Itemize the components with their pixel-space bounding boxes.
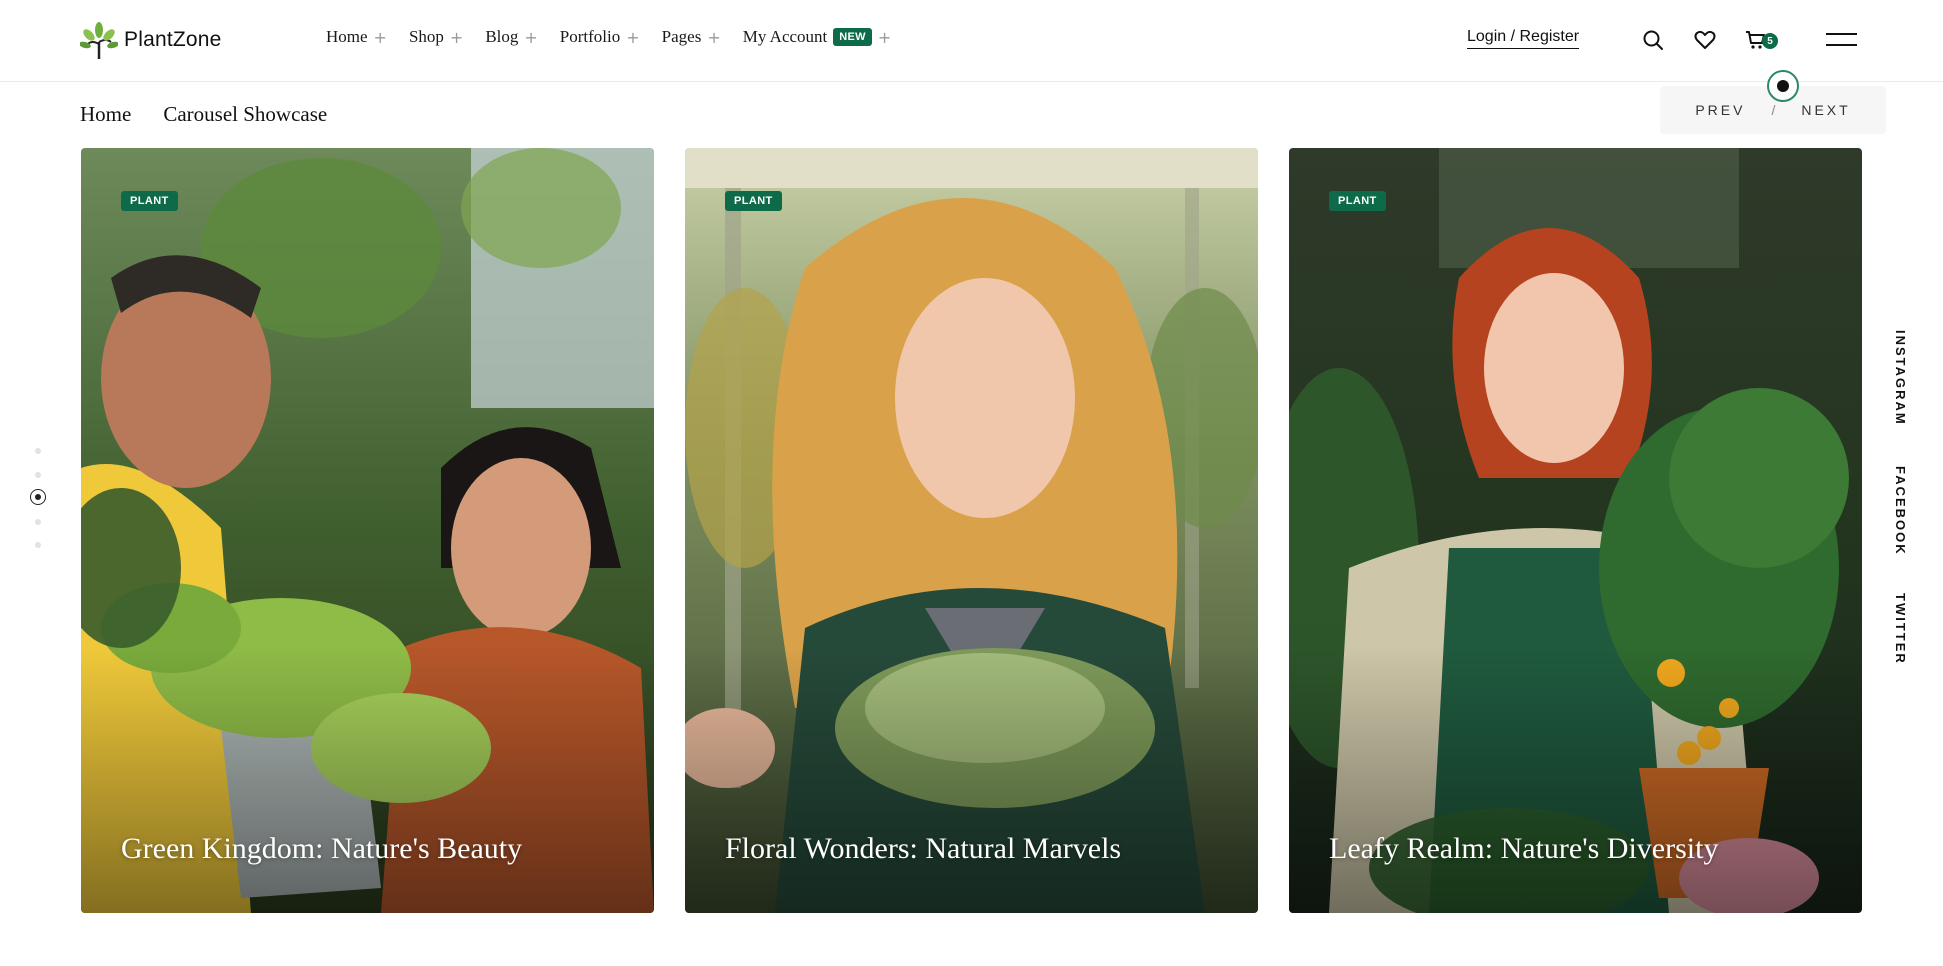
carousel-dot-active[interactable] — [30, 489, 46, 505]
pager-separator: / — [1771, 102, 1776, 118]
nav-item-label: Pages — [661, 27, 702, 46]
card-title[interactable]: Floral Wonders: Natural Marvels — [725, 832, 1121, 866]
twitter-link[interactable]: TWITTER — [1893, 593, 1908, 665]
prev-button[interactable]: PREV — [1695, 102, 1745, 118]
brand-name: PlantZone — [124, 28, 222, 51]
breadcrumb: Home Carousel Showcase — [80, 102, 327, 127]
plus-icon: + — [449, 27, 464, 47]
new-badge: NEW — [833, 28, 872, 46]
carousel-dot[interactable] — [35, 472, 41, 478]
nav-item-home[interactable]: Home + — [326, 27, 387, 47]
carousel-dot[interactable] — [35, 519, 41, 525]
nav-item-my-account[interactable]: My Account NEW + — [743, 27, 892, 47]
card-photo — [1289, 148, 1862, 913]
nav-item-pages[interactable]: Pages + — [662, 27, 721, 47]
carousel-dot[interactable] — [35, 448, 41, 454]
cart-count-badge: 5 — [1762, 33, 1778, 49]
plus-icon: + — [373, 27, 387, 47]
nav-item-portfolio[interactable]: Portfolio + — [560, 27, 640, 47]
nav-item-shop[interactable]: Shop + — [409, 27, 463, 47]
breadcrumb-home[interactable]: Home — [80, 102, 131, 127]
category-tag[interactable]: PLANT — [121, 191, 178, 211]
facebook-link[interactable]: FACEBOOK — [1893, 466, 1908, 556]
cursor-indicator — [1767, 70, 1799, 102]
carousel-dots — [30, 445, 46, 555]
plus-icon: + — [524, 27, 538, 47]
carousel-card[interactable]: PLANT Leafy Realm: Nature's Diversity — [1289, 148, 1862, 913]
main-nav: Home + Shop + Blog + Portfolio + Pages +… — [326, 27, 913, 47]
card-title[interactable]: Leafy Realm: Nature's Diversity — [1329, 832, 1718, 866]
instagram-link[interactable]: INSTAGRAM — [1893, 330, 1908, 426]
login-register-link[interactable]: Login / Register — [1467, 28, 1580, 49]
nav-item-blog[interactable]: Blog + — [485, 27, 537, 47]
plus-icon: + — [877, 27, 892, 47]
plus-icon: + — [707, 27, 721, 47]
nav-item-label: Shop — [408, 27, 444, 46]
nav-item-label: Portfolio — [559, 27, 621, 46]
category-tag[interactable]: PLANT — [1329, 191, 1386, 211]
search-icon[interactable] — [1641, 28, 1665, 52]
plus-icon: + — [626, 27, 640, 47]
nav-item-label: Home — [326, 27, 368, 46]
carousel-dot[interactable] — [35, 542, 41, 548]
breadcrumb-current: Carousel Showcase — [163, 102, 328, 126]
card-photo — [685, 148, 1258, 913]
heart-icon[interactable] — [1693, 28, 1717, 52]
card-title[interactable]: Green Kingdom: Nature's Beauty — [121, 832, 522, 866]
next-button[interactable]: NEXT — [1801, 102, 1850, 118]
site-header: PlantZone Home + Shop + Blog + Portfolio… — [0, 0, 1943, 82]
site-logo[interactable]: PlantZone — [80, 20, 222, 60]
hamburger-menu-icon[interactable] — [1826, 30, 1857, 50]
carousel-card[interactable]: PLANT Green Kingdom: Nature's Beauty — [81, 148, 654, 913]
carousel-card[interactable]: PLANT Floral Wonders: Natural Marvels — [685, 148, 1258, 913]
category-tag[interactable]: PLANT — [725, 191, 782, 211]
card-photo — [81, 148, 654, 913]
nav-item-label: Blog — [485, 27, 519, 46]
nav-item-label: My Account — [742, 27, 828, 46]
tree-leaf-logo-icon — [80, 22, 118, 59]
social-links: INSTAGRAM FACEBOOK TWITTER — [1893, 0, 1915, 966]
